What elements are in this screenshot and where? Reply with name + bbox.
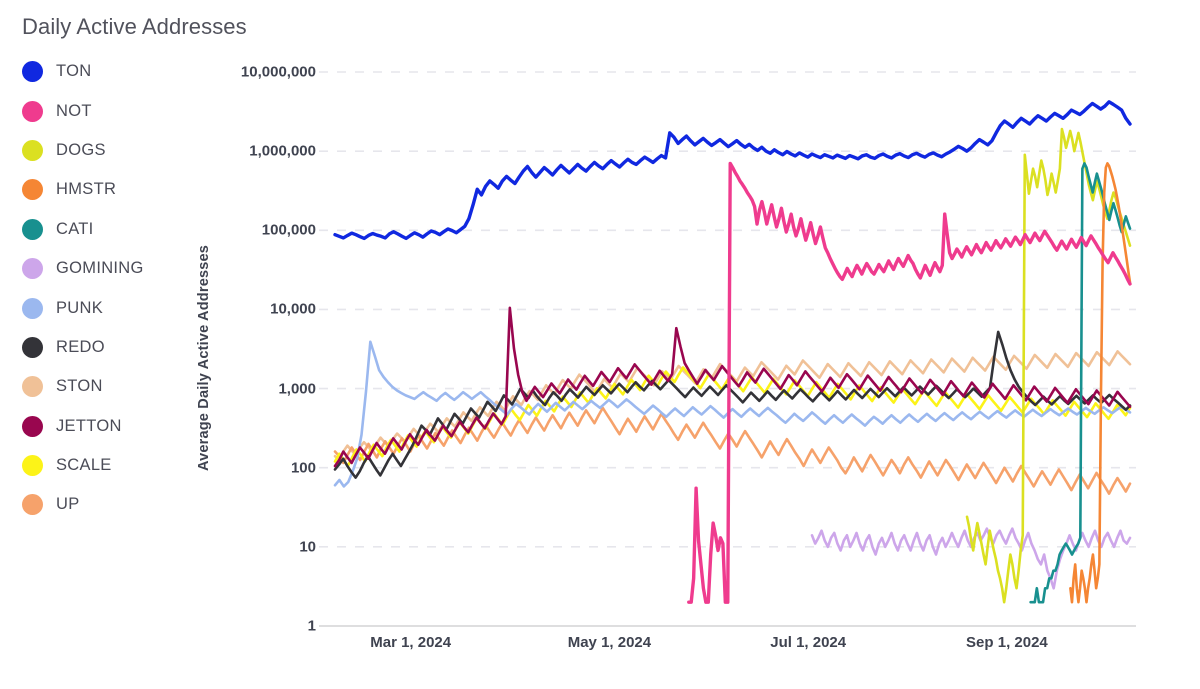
chart-page: Daily Active Addresses TON NOT DOGS HMSTR CA… <box>0 0 1200 689</box>
series-layer <box>333 100 1132 604</box>
series-line-cati <box>1029 162 1132 604</box>
line-chart-plot <box>319 71 1136 627</box>
series-line-redo <box>333 330 1132 479</box>
series-line-up <box>333 406 1132 495</box>
